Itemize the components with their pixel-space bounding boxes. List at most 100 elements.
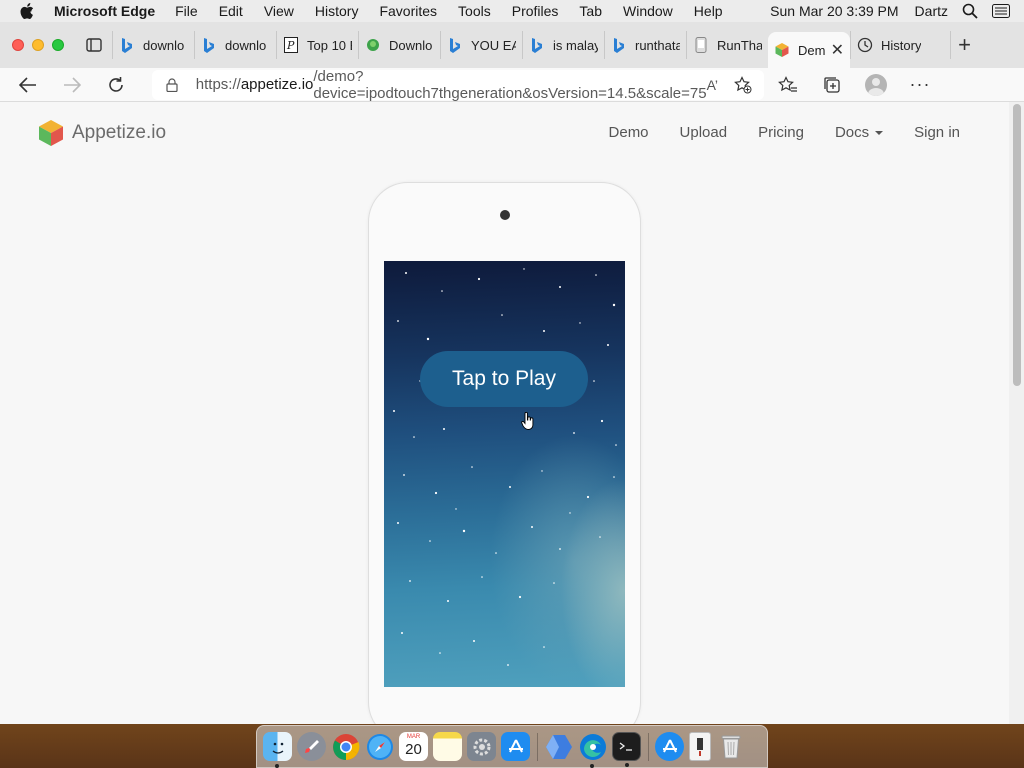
close-tab-icon[interactable]: ✕: [831, 40, 844, 60]
bing-icon: [611, 37, 627, 53]
terminal-icon[interactable]: [612, 732, 641, 767]
app-name-menu[interactable]: Microsoft Edge: [54, 3, 155, 19]
menu-file[interactable]: File: [175, 3, 198, 19]
address-bar[interactable]: https://appetize.io/demo?device=ipodtouc…: [152, 68, 764, 102]
tab-actions-menu-icon[interactable]: [82, 33, 106, 57]
profile-avatar[interactable]: [854, 73, 898, 96]
tab-2[interactable]: P Top 10 E: [276, 31, 358, 59]
history-icon: [857, 37, 873, 53]
minimize-window-button[interactable]: [32, 39, 44, 51]
bing-icon: [119, 37, 135, 53]
menubar-clock[interactable]: Sun Mar 20 3:39 PM: [770, 3, 898, 19]
control-center-icon[interactable]: [992, 4, 1010, 18]
tab-3[interactable]: Downlo: [358, 31, 440, 59]
menu-edit[interactable]: Edit: [219, 3, 243, 19]
scrollbar-thumb[interactable]: [1013, 104, 1021, 386]
edge-icon[interactable]: [578, 732, 607, 768]
tab-8-active[interactable]: Dem ✕: [768, 32, 850, 68]
device-screen[interactable]: Tap to Play: [384, 261, 625, 687]
nav-docs-label: Docs: [834, 124, 870, 141]
app-store-icon[interactable]: [501, 732, 530, 761]
notes-icon[interactable]: [433, 732, 462, 761]
download-site-icon: [365, 37, 381, 53]
calendar-day: 20: [405, 741, 422, 758]
tab-title: Downlo: [389, 37, 433, 53]
avatar: [865, 73, 887, 96]
add-favorite-icon[interactable]: [734, 75, 752, 94]
site-logo[interactable]: Appetize.io: [36, 118, 166, 148]
tab-9[interactable]: History: [850, 31, 942, 59]
appetize-logo-icon: [39, 120, 63, 146]
apple-menu-icon[interactable]: [20, 3, 40, 19]
tab-0[interactable]: downlo: [112, 31, 194, 59]
menu-favorites[interactable]: Favorites: [379, 3, 437, 19]
nav-sign-in[interactable]: Sign in: [914, 124, 960, 141]
back-button[interactable]: [6, 76, 50, 93]
ipod-device-frame: Tap to Play: [368, 182, 641, 724]
browser-toolbar: https://appetize.io/demo?device=ipodtouc…: [0, 68, 1024, 102]
tap-to-play-button[interactable]: Tap to Play: [420, 351, 588, 407]
vectorize-app-icon[interactable]: [544, 732, 573, 761]
safari-icon[interactable]: [365, 732, 394, 761]
tab-title: downlo: [225, 37, 267, 53]
document-icon[interactable]: [689, 732, 711, 761]
nav-docs[interactable]: Docs: [834, 124, 884, 141]
launchpad-icon[interactable]: [297, 732, 326, 761]
running-indicator: [275, 764, 279, 768]
dock-separator: [648, 732, 649, 761]
bing-icon: [529, 37, 545, 53]
maximize-window-button[interactable]: [52, 39, 64, 51]
menu-window[interactable]: Window: [623, 3, 673, 19]
tab-title: downlo: [143, 37, 185, 53]
macos-menu-bar: Microsoft Edge File Edit View History Fa…: [0, 0, 1024, 22]
svg-text:P: P: [286, 39, 295, 52]
tab-title: History: [881, 37, 922, 53]
read-aloud-icon[interactable]: A’: [707, 77, 718, 93]
more-menu-icon[interactable]: ···: [898, 74, 942, 95]
dock-separator: [537, 732, 538, 761]
menu-tab[interactable]: Tab: [579, 3, 602, 19]
tab-1[interactable]: downlo: [194, 31, 276, 59]
forward-button[interactable]: [50, 76, 94, 93]
tab-4[interactable]: YOU EA: [440, 31, 522, 59]
tab-strip: downlo downlo P Top 10 E Downlo YOU EA i…: [0, 22, 1024, 68]
trash-icon[interactable]: [716, 732, 745, 761]
chrome-icon[interactable]: [331, 732, 360, 761]
menu-view[interactable]: View: [264, 3, 294, 19]
runthat-icon: [693, 37, 709, 53]
web-content: Appetize.io Demo Upload Pricing Docs Sig…: [0, 102, 1024, 724]
menubar-user[interactable]: Dartz: [915, 3, 948, 19]
system-preferences-icon[interactable]: [467, 732, 496, 761]
favorites-icon[interactable]: [766, 75, 810, 94]
tab-6[interactable]: runthata: [604, 31, 686, 59]
menu-help[interactable]: Help: [694, 3, 723, 19]
calendar-icon[interactable]: MAR 20: [399, 732, 428, 761]
tab-5[interactable]: is malay: [522, 31, 604, 59]
finder-icon[interactable]: [263, 732, 292, 768]
app-store-download-icon[interactable]: [655, 732, 684, 761]
tab-7[interactable]: RunThat: [686, 31, 768, 59]
bing-icon: [201, 37, 217, 53]
tab-title: Top 10 E: [307, 37, 352, 53]
window-controls: [12, 39, 72, 51]
caret-down-icon: [875, 131, 884, 136]
new-tab-button[interactable]: +: [950, 31, 978, 59]
tab-title: RunThat: [717, 37, 762, 53]
spotlight-search-icon[interactable]: [962, 3, 978, 19]
starfield-background: [393, 268, 617, 666]
nav-pricing[interactable]: Pricing: [758, 124, 804, 141]
close-window-button[interactable]: [12, 39, 24, 51]
nav-upload[interactable]: Upload: [680, 124, 728, 141]
menubar-status-area: Sun Mar 20 3:39 PM Dartz: [770, 3, 1024, 19]
running-indicator: [625, 763, 629, 767]
nav-demo[interactable]: Demo: [609, 124, 649, 141]
lock-icon[interactable]: [166, 77, 180, 92]
menu-profiles[interactable]: Profiles: [512, 3, 559, 19]
refresh-button[interactable]: [94, 76, 138, 94]
camera-icon: [500, 210, 510, 220]
menu-tools[interactable]: Tools: [458, 3, 491, 19]
page-scrollbar[interactable]: [1009, 102, 1024, 724]
collections-icon[interactable]: [810, 76, 854, 94]
menu-history[interactable]: History: [315, 3, 359, 19]
bing-icon: [447, 37, 463, 53]
